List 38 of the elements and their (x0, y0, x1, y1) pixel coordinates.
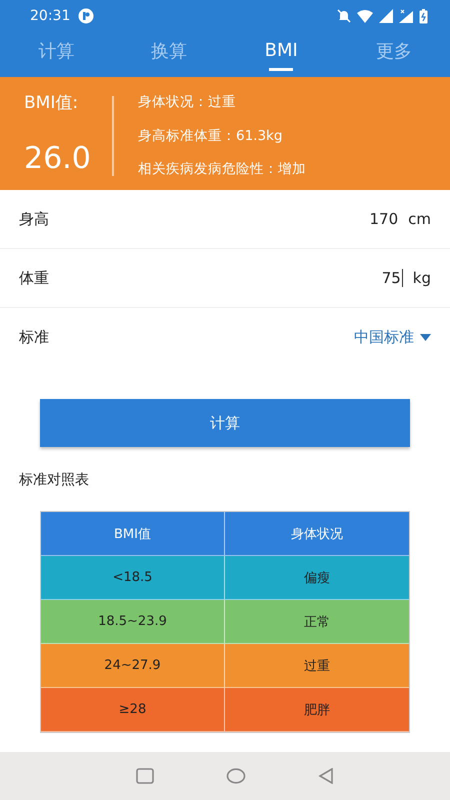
table-cell: 正常 (225, 600, 409, 644)
table-cell: 肥胖 (225, 688, 409, 732)
table-title: 标准对照表 (19, 471, 90, 489)
column-header: 身体状况 (225, 512, 409, 556)
tab[interactable]: 换算 (112, 32, 225, 77)
result-detail: 身高标准体重：61.3kg (138, 126, 284, 144)
recents-icon[interactable] (136, 768, 154, 784)
result-detail: 相关疾病发病危险性：增加 (138, 160, 306, 178)
table-cell: 18.5~23.9 (41, 600, 225, 644)
table-cell: 过重 (225, 644, 409, 688)
battery-icon (419, 8, 428, 24)
input-field[interactable]: 170 cm (370, 210, 431, 228)
field-label: 标准 (19, 328, 49, 346)
bmi-value: 26.0 (24, 141, 92, 178)
tab[interactable]: 计算 (0, 32, 112, 77)
table-cell: 偏瘦 (225, 556, 409, 600)
app-notification-icon (78, 8, 94, 24)
caret-icon (420, 334, 431, 340)
input-field[interactable]: 75 kg (382, 269, 431, 287)
table-cell: <18.5 (41, 556, 225, 600)
bmi-label: BMI值: (24, 92, 80, 114)
back-icon[interactable] (318, 768, 334, 784)
calculate-button[interactable]: 计算 (40, 399, 410, 447)
standard-dropdown[interactable]: 中国标准 (354, 328, 431, 346)
tab[interactable]: BMI (225, 32, 338, 77)
table-cell: 24~27.9 (41, 644, 225, 688)
column-header: BMI值 (41, 512, 225, 556)
field-label: 身高 (19, 210, 49, 228)
signal-icon (399, 9, 413, 23)
result-detail: 身体状况：过重 (138, 93, 237, 111)
wifi-icon (357, 10, 373, 22)
home-icon[interactable] (226, 768, 246, 784)
field-label: 体重 (19, 268, 49, 288)
tab[interactable]: 更多 (338, 32, 450, 77)
signal-icon (379, 9, 393, 23)
table-cell: ≥28 (41, 688, 225, 732)
status-time: 20:31 (30, 8, 70, 24)
mute-icon (337, 9, 351, 23)
